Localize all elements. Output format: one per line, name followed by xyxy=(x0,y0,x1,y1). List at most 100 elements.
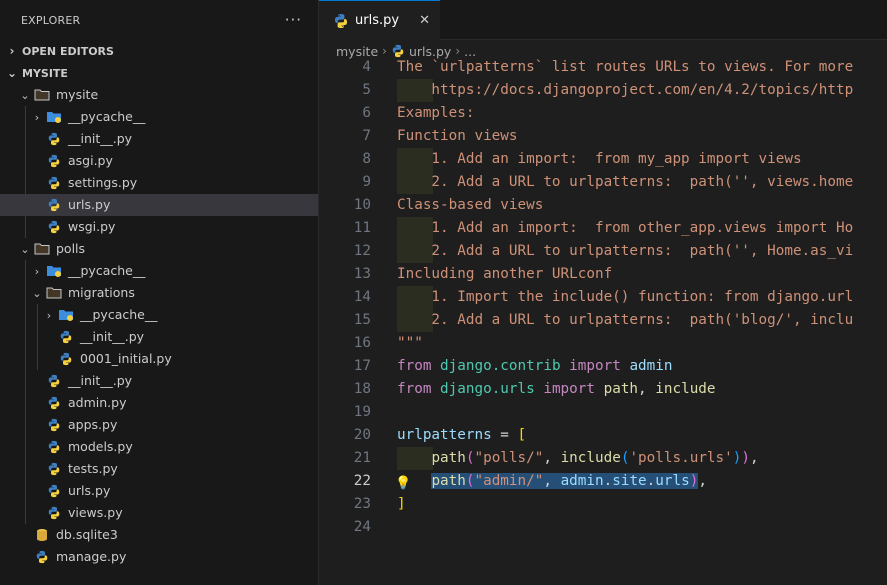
tree-item-label: models.py xyxy=(68,439,133,454)
python-folder-icon xyxy=(46,109,62,125)
tree-item-label: mysite xyxy=(56,87,99,102)
code-line[interactable]: 19 xyxy=(319,401,887,424)
line-number: 8 xyxy=(362,151,371,167)
tree-file[interactable]: admin.py xyxy=(0,392,318,414)
code-token: 1. Add an import: from my_app import vie… xyxy=(397,151,802,167)
line-number: 18 xyxy=(353,381,371,397)
code-text: https://docs.djangoproject.com/en/4.2/to… xyxy=(397,79,853,102)
code-editor[interactable]: 4 The `urlpatterns` list routes URLs to v… xyxy=(319,56,887,585)
project-section[interactable]: ⌄ MYSITE xyxy=(0,62,318,84)
tree-folder[interactable]: › __pycache__ xyxy=(0,304,318,326)
code-line[interactable]: 13 Including another URLconf xyxy=(319,263,887,286)
python-file-icon xyxy=(46,131,62,147)
code-line[interactable]: 18 from django.urls import path, include xyxy=(319,378,887,401)
code-token: . xyxy=(646,473,656,489)
tree-file[interactable]: 0001_initial.py xyxy=(0,348,318,370)
code-text: 2. Add a URL to urlpatterns: path('', vi… xyxy=(397,171,853,194)
code-line[interactable]: 15 2. Add a URL to urlpatterns: path('bl… xyxy=(319,309,887,332)
code-line[interactable]: 21 path("polls/", include('polls.urls'))… xyxy=(319,447,887,470)
tree-folder[interactable]: › __pycache__ xyxy=(0,260,318,282)
code-line[interactable]: 8 1. Add an import: from my_app import v… xyxy=(319,148,887,171)
tree-file[interactable]: urls.py xyxy=(0,480,318,502)
code-line[interactable]: 9 2. Add a URL to urlpatterns: path('', … xyxy=(319,171,887,194)
code-line[interactable]: 7 Function views xyxy=(319,125,887,148)
code-line[interactable]: 10 Class-based views xyxy=(319,194,887,217)
tree-file[interactable]: apps.py xyxy=(0,414,318,436)
tree-file[interactable]: __init__.py xyxy=(0,326,318,348)
code-token: site xyxy=(612,473,647,489)
code-line[interactable]: 22 💡 path("admin/", admin.site.urls), xyxy=(319,470,887,493)
code-line[interactable]: 14 1. Import the include() function: fro… xyxy=(319,286,887,309)
tree-item-label: manage.py xyxy=(56,549,127,564)
code-token: , xyxy=(749,450,759,466)
tree-file[interactable]: tests.py xyxy=(0,458,318,480)
code-token: django.urls xyxy=(440,381,535,397)
tree-item-label: 0001_initial.py xyxy=(80,351,172,366)
code-line[interactable]: 16 """ xyxy=(319,332,887,355)
tree-file[interactable]: manage.py xyxy=(0,546,318,568)
tree-folder[interactable]: ⌄ mysite xyxy=(0,84,318,106)
python-file-icon xyxy=(46,395,62,411)
code-line[interactable]: 5 https://docs.djangoproject.com/en/4.2/… xyxy=(319,79,887,102)
code-text: path("polls/", include('polls.urls')), xyxy=(397,447,759,470)
indent-guide xyxy=(25,106,26,128)
chevron-right-icon: › xyxy=(34,110,40,124)
code-token: , xyxy=(543,473,561,489)
code-line[interactable]: 11 1. Add an import: from other_app.view… xyxy=(319,217,887,240)
open-editors-section[interactable]: › OPEN EDITORS xyxy=(0,40,318,62)
line-number: 9 xyxy=(362,174,371,190)
editor-area: urls.py ✕ mysite › urls.py › ... 4 The `u… xyxy=(319,0,887,585)
tree-file[interactable]: __init__.py xyxy=(0,128,318,150)
code-token: = xyxy=(491,427,518,443)
python-file-icon xyxy=(46,373,62,389)
code-token: 2. Add a URL to urlpatterns: path('', vi… xyxy=(397,174,854,190)
code-line[interactable]: 24 xyxy=(319,516,887,539)
code-token: . xyxy=(603,473,613,489)
indent-guide xyxy=(25,194,26,216)
indent-guide xyxy=(25,326,26,348)
tree-file[interactable]: views.py xyxy=(0,502,318,524)
code-token: The `urlpatterns` list routes URLs to vi… xyxy=(397,59,854,75)
indent-guide xyxy=(25,414,26,436)
line-number: 10 xyxy=(353,197,371,213)
python-file-icon xyxy=(46,439,62,455)
more-actions-icon[interactable]: ··· xyxy=(285,11,302,29)
code-line[interactable]: 20 urlpatterns = [ xyxy=(319,424,887,447)
line-number: 16 xyxy=(353,335,371,351)
code-line[interactable]: 4 The `urlpatterns` list routes URLs to v… xyxy=(319,56,887,79)
folder-icon xyxy=(34,241,50,257)
indent-guide xyxy=(25,502,26,524)
indent-guide xyxy=(25,304,26,326)
indent-guide xyxy=(37,326,38,348)
chevron-down-icon: ⌄ xyxy=(6,66,18,80)
line-number: 22 xyxy=(353,473,371,489)
tree-file[interactable]: asgi.py xyxy=(0,150,318,172)
tree-file[interactable]: urls.py xyxy=(0,194,318,216)
code-text: """ xyxy=(397,332,423,355)
code-line[interactable]: 6 Examples: xyxy=(319,102,887,125)
database-icon xyxy=(34,527,50,543)
chevron-down-icon: ⌄ xyxy=(20,88,30,102)
tree-file[interactable]: db.sqlite3 xyxy=(0,524,318,546)
tree-folder[interactable]: › __pycache__ xyxy=(0,106,318,128)
code-line[interactable]: 23] xyxy=(319,493,887,516)
tree-folder[interactable]: ⌄ migrations xyxy=(0,282,318,304)
code-text: 1. Add an import: from my_app import vie… xyxy=(397,148,802,171)
close-icon[interactable]: ✕ xyxy=(419,13,430,28)
tab-urls-py[interactable]: urls.py ✕ xyxy=(319,0,440,40)
line-number: 17 xyxy=(353,358,371,374)
tree-folder[interactable]: ⌄ polls xyxy=(0,238,318,260)
code-token: from xyxy=(397,358,441,374)
code-line[interactable]: 12 2. Add a URL to urlpatterns: path('',… xyxy=(319,240,887,263)
indent-guide xyxy=(25,480,26,502)
tree-file[interactable]: settings.py xyxy=(0,172,318,194)
tab-label: urls.py xyxy=(355,13,400,28)
tree-file[interactable]: wsgi.py xyxy=(0,216,318,238)
tree-file[interactable]: models.py xyxy=(0,436,318,458)
line-number: 20 xyxy=(353,427,371,443)
tree-file[interactable]: __init__.py xyxy=(0,370,318,392)
code-line[interactable]: 17 from django.contrib import admin xyxy=(319,355,887,378)
code-token: Function views xyxy=(397,128,518,144)
code-text: Class-based views xyxy=(397,194,543,217)
code-token: 2. Add a URL to urlpatterns: path('blog/… xyxy=(397,312,854,328)
